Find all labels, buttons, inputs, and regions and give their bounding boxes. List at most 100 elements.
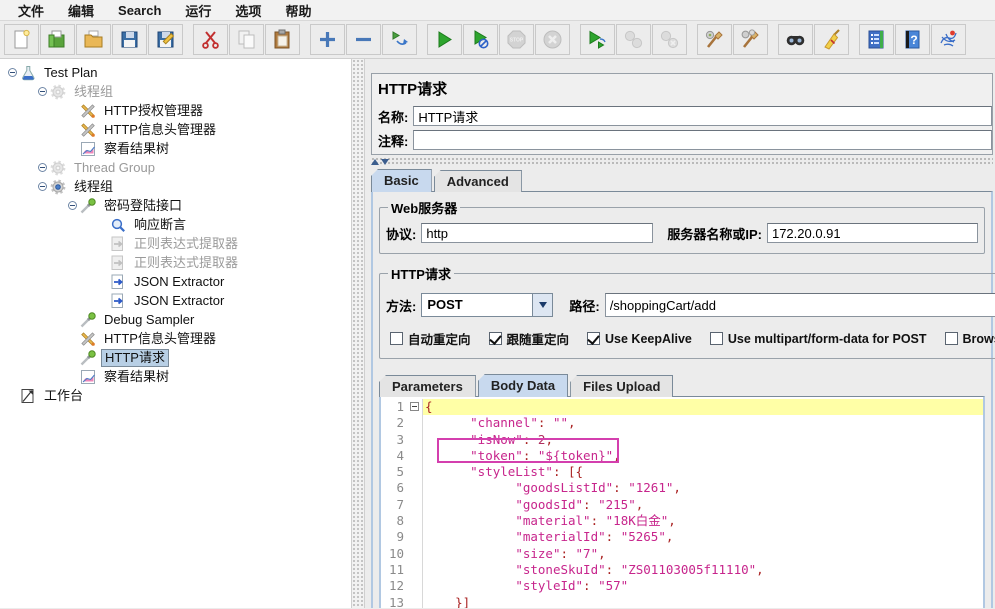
editor-line[interactable]: 1{ <box>381 399 983 415</box>
tree-node-label[interactable]: Debug Sampler <box>101 312 197 328</box>
checkbox-跟随重定向[interactable]: 跟随重定向 <box>489 329 570 348</box>
split-pane-divider[interactable] <box>352 59 365 608</box>
tree-node-线程组[interactable]: 线程组 <box>0 82 351 101</box>
checkbox-browser-compatible-headers[interactable]: Browser-compatible headers <box>945 332 995 346</box>
editor-line[interactable]: 8 "material": "18K白金", <box>381 513 983 529</box>
tree-node-响应断言[interactable]: 响应断言 <box>0 215 351 234</box>
checkbox-自动重定向[interactable]: 自动重定向 <box>390 329 471 348</box>
code-text[interactable]: "materialId": "5265", <box>423 529 983 545</box>
editor-line[interactable]: 2 "channel": "", <box>381 415 983 431</box>
code-text[interactable]: "styleList": [{ <box>423 464 983 480</box>
templates-button[interactable] <box>40 24 75 55</box>
code-text[interactable]: "goodsId": "215", <box>423 497 983 513</box>
tab-files-upload[interactable]: Files Upload <box>570 375 673 397</box>
start-button[interactable] <box>427 24 462 55</box>
path-input[interactable] <box>605 293 995 317</box>
tree-node-label[interactable]: Thread Group <box>71 160 158 176</box>
tree-node-json-extractor[interactable]: JSON Extractor <box>0 291 351 310</box>
code-text[interactable]: "stoneSkuId": "ZS01103005f11110", <box>423 562 983 578</box>
remove-button[interactable] <box>346 24 381 55</box>
expand-collapse-handle[interactable] <box>68 201 77 210</box>
editor-line[interactable]: 4 "token": "${token}", <box>381 448 983 464</box>
tab-basic[interactable]: Basic <box>371 169 432 192</box>
collapse-down-icon[interactable] <box>381 159 389 165</box>
menu-文件[interactable]: 文件 <box>8 0 54 22</box>
menu-运行[interactable]: 运行 <box>175 0 221 22</box>
header-splitter[interactable] <box>371 157 993 166</box>
expand-collapse-handle[interactable] <box>8 68 17 77</box>
code-text[interactable]: "material": "18K白金", <box>423 513 983 529</box>
checkbox-use-multipart-form-data-for-post[interactable]: Use multipart/form-data for POST <box>710 332 927 346</box>
code-text[interactable]: }] <box>423 595 983 608</box>
tree-node-察看结果树[interactable]: 察看结果树 <box>0 139 351 158</box>
code-text[interactable]: "size": "7", <box>423 546 983 562</box>
editor-line[interactable]: 3 "isNow": 2, <box>381 432 983 448</box>
paste-button[interactable] <box>265 24 300 55</box>
body-data-editor[interactable]: 1{2 "channel": "",3 "isNow": 2,4 "token"… <box>379 396 985 608</box>
editor-line[interactable]: 12 "styleId": "57" <box>381 578 983 594</box>
fold-collapse-icon[interactable] <box>410 402 419 411</box>
tree-node-label[interactable]: 正则表达式提取器 <box>131 255 241 271</box>
editor-line[interactable]: 11 "stoneSkuId": "ZS01103005f11110", <box>381 562 983 578</box>
editor-line[interactable]: 9 "materialId": "5265", <box>381 529 983 545</box>
tree-node-thread-group[interactable]: Thread Group <box>0 158 351 177</box>
remote-start-all-button[interactable] <box>580 24 615 55</box>
tree-node-http请求[interactable]: HTTP请求 <box>0 348 351 367</box>
tree-node-label[interactable]: JSON Extractor <box>131 293 227 309</box>
toggle-button[interactable] <box>382 24 417 55</box>
search-button[interactable] <box>778 24 813 55</box>
checkbox-unchecked-icon[interactable] <box>710 332 723 345</box>
name-input[interactable] <box>413 106 992 126</box>
editor-line[interactable]: 6 "goodsListId": "1261", <box>381 480 983 496</box>
code-text[interactable]: "goodsListId": "1261", <box>423 480 983 496</box>
tree-node-label[interactable]: 线程组 <box>71 179 116 195</box>
tree-node-正则表达式提取器[interactable]: 正则表达式提取器 <box>0 234 351 253</box>
save-as-button[interactable] <box>148 24 183 55</box>
whats-this-button[interactable] <box>931 24 966 55</box>
tree-node-label[interactable]: HTTP授权管理器 <box>101 103 206 119</box>
tree-node-json-extractor[interactable]: JSON Extractor <box>0 272 351 291</box>
code-text[interactable]: { <box>423 399 983 415</box>
tree-node-label[interactable]: HTTP请求 <box>101 349 169 367</box>
tree-node-密码登陆接口[interactable]: 密码登陆接口 <box>0 196 351 215</box>
tree-node-label[interactable]: HTTP信息头管理器 <box>101 331 219 347</box>
tree-node-label[interactable]: 响应断言 <box>131 217 189 233</box>
code-text[interactable]: "channel": "", <box>423 415 983 431</box>
tree-node-http信息头管理器[interactable]: HTTP信息头管理器 <box>0 120 351 139</box>
comment-input[interactable] <box>413 130 992 150</box>
editor-line[interactable]: 5 "styleList": [{ <box>381 464 983 480</box>
tree-node-http信息头管理器[interactable]: HTTP信息头管理器 <box>0 329 351 348</box>
tree-node-label[interactable]: 线程组 <box>71 84 116 100</box>
tree-node-工作台[interactable]: 工作台 <box>0 386 351 405</box>
tree-node-察看结果树[interactable]: 察看结果树 <box>0 367 351 386</box>
menu-帮助[interactable]: 帮助 <box>275 0 321 22</box>
checkbox-checked-icon[interactable] <box>587 332 600 345</box>
tree-node-线程组[interactable]: 线程组 <box>0 177 351 196</box>
editor-line[interactable]: 7 "goodsId": "215", <box>381 497 983 513</box>
code-text[interactable]: "isNow": 2, <box>423 432 983 448</box>
tree-node-label[interactable]: 密码登陆接口 <box>101 198 185 214</box>
function-helper-button[interactable] <box>859 24 894 55</box>
tree-node-label[interactable]: 察看结果树 <box>101 369 172 385</box>
open-file-button[interactable] <box>76 24 111 55</box>
tab-body-data[interactable]: Body Data <box>478 374 568 397</box>
code-text[interactable]: "token": "${token}", <box>423 448 983 464</box>
tree-node-test-plan[interactable]: Test Plan <box>0 63 351 82</box>
search-reset-button[interactable] <box>814 24 849 55</box>
tree-node-label[interactable]: 正则表达式提取器 <box>131 236 241 252</box>
tree-node-debug-sampler[interactable]: Debug Sampler <box>0 310 351 329</box>
start-no-timers-button[interactable] <box>463 24 498 55</box>
tree-node-label[interactable]: JSON Extractor <box>131 274 227 290</box>
tab-advanced[interactable]: Advanced <box>434 170 522 192</box>
tree-node-label[interactable]: Test Plan <box>41 65 100 81</box>
checkbox-use-keepalive[interactable]: Use KeepAlive <box>587 332 692 346</box>
tree-node-正则表达式提取器[interactable]: 正则表达式提取器 <box>0 253 351 272</box>
editor-line[interactable]: 10 "size": "7", <box>381 546 983 562</box>
menu-选项[interactable]: 选项 <box>225 0 271 22</box>
checkbox-unchecked-icon[interactable] <box>390 332 403 345</box>
code-text[interactable]: "styleId": "57" <box>423 578 983 594</box>
menu-编辑[interactable]: 编辑 <box>58 0 104 22</box>
checkbox-checked-icon[interactable] <box>489 332 502 345</box>
clear-button[interactable] <box>697 24 732 55</box>
cut-button[interactable] <box>193 24 228 55</box>
